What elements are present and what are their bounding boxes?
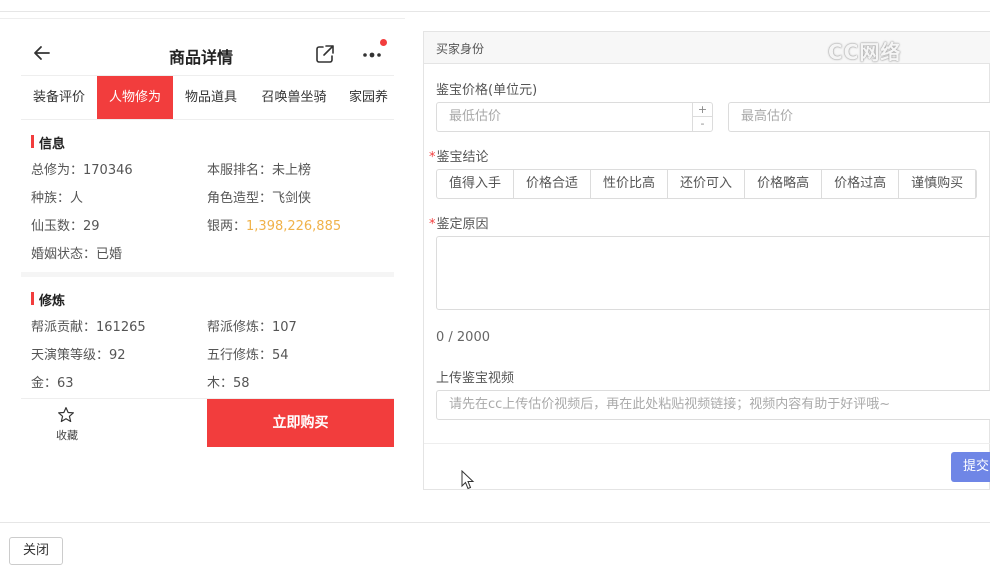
tab-items[interactable]: 物品道具 [173, 76, 249, 119]
detail-header: 商品详情 [21, 30, 394, 76]
tianyance-level: 天演策等级：92 [31, 348, 126, 363]
conclusion-label: *鉴宝结论 [429, 150, 489, 165]
star-icon[interactable] [57, 406, 75, 424]
video-link-placeholder: 请先在cc上传估价视频后，再在此处粘贴视频链接；视频内容有助于好评哦~ [449, 397, 891, 412]
guild-cultivation: 帮派修炼：107 [207, 320, 297, 335]
top-toolbar-strip [0, 0, 990, 12]
conclusion-option[interactable]: 还价可入 [668, 170, 746, 198]
mouse-cursor-icon [461, 470, 475, 490]
dialog-footer-divider [0, 522, 990, 523]
tab-character-cultivation[interactable]: 人物修为 [97, 76, 173, 119]
stepper-up[interactable]: + [693, 103, 712, 117]
conclusion-selector: 值得入手 价格合适 性价比高 还价可入 价格略高 价格过高 谨慎购买 [436, 169, 978, 199]
min-price-placeholder: 最低估价 [449, 109, 502, 124]
buy-now-button[interactable]: 立即购买 [207, 399, 394, 447]
server-rank: 本服排名：未上榜 [207, 163, 312, 178]
max-price-input[interactable]: 最高估价 [728, 102, 990, 132]
appraisal-form-panel: 买家身份 鉴宝价格(单位元) 最低估价 + - 最高估价 *鉴宝结论 值得入手 … [423, 31, 990, 490]
char-counter: 0 / 2000 [436, 330, 490, 345]
category-tabs: 装备评价 人物修为 物品道具 召唤兽坐骑 家园养 [21, 76, 394, 120]
five-elements-cultivation: 五行修炼：54 [207, 348, 289, 363]
reason-label: *鉴定原因 [429, 217, 489, 232]
tab-home[interactable]: 家园养 [341, 76, 394, 119]
conclusion-option[interactable]: 谨慎购买 [899, 170, 977, 198]
jade-count: 仙玉数：29 [31, 219, 100, 234]
cultivation-section-title: 修炼 [31, 290, 65, 309]
total-cultivation: 总修为：170346 [31, 163, 133, 178]
video-link-input[interactable]: 请先在cc上传估价视频后，再在此处粘贴视频链接；视频内容有助于好评哦~ [436, 390, 990, 420]
close-button[interactable]: 关闭 [9, 537, 63, 565]
wood-value: 木：58 [207, 376, 250, 391]
conclusion-option[interactable]: 值得入手 [437, 170, 515, 198]
more-options-icon[interactable] [359, 43, 385, 65]
top-divider [0, 18, 405, 19]
marital-status: 婚姻状态：已婚 [31, 247, 123, 262]
favorite-label[interactable]: 收藏 [47, 427, 87, 443]
reason-textarea[interactable] [436, 236, 990, 310]
product-detail-preview: 商品详情 装备评价 人物修为 物品道具 召唤兽坐骑 家园养 信息 总修为：170… [21, 30, 394, 450]
conclusion-option[interactable]: 价格略高 [745, 170, 823, 198]
tab-summons-mounts[interactable]: 召唤兽坐骑 [249, 76, 339, 119]
price-label: 鉴宝价格(单位元) [436, 83, 538, 98]
buyer-identity-label: 买家身份 [436, 42, 485, 56]
conclusion-option[interactable]: 性价比高 [591, 170, 669, 198]
min-price-stepper[interactable]: + - [692, 103, 712, 131]
share-icon[interactable] [314, 43, 336, 65]
guild-contribution: 帮派贡献：161265 [31, 320, 146, 335]
notification-dot [380, 39, 387, 46]
race: 种族：人 [31, 191, 84, 206]
tab-equipment-review[interactable]: 装备评价 [21, 76, 97, 119]
watermark-logo: CC网络 [828, 40, 902, 64]
silver-amount: 银两：1,398,226,885 [207, 219, 342, 234]
submit-button[interactable]: 提交 [951, 452, 990, 482]
stepper-down[interactable]: - [693, 117, 712, 131]
info-section-title: 信息 [31, 133, 65, 152]
character-model: 角色造型：飞剑侠 [207, 191, 312, 206]
back-arrow-icon[interactable] [31, 42, 53, 64]
purchase-bar: 收藏 立即购买 [21, 398, 394, 447]
metal-value: 金：63 [31, 376, 74, 391]
conclusion-option[interactable]: 价格合适 [514, 170, 592, 198]
section-divider [21, 272, 394, 277]
video-label: 上传鉴宝视频 [436, 371, 515, 386]
min-price-input[interactable]: 最低估价 + - [436, 102, 713, 132]
max-price-placeholder: 最高估价 [741, 109, 794, 124]
conclusion-option[interactable]: 价格过高 [822, 170, 900, 198]
page-title: 商品详情 [168, 48, 233, 67]
form-footer-divider [424, 443, 990, 444]
